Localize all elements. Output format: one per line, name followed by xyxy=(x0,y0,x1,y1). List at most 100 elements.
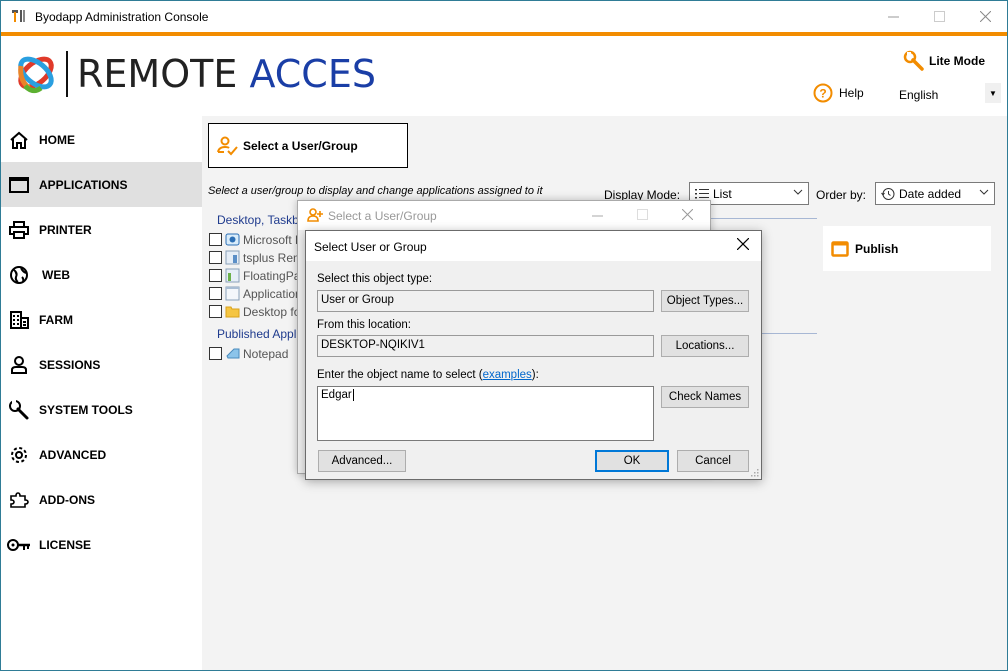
locations-button[interactable]: Locations... xyxy=(661,335,749,357)
location-label: From this location: xyxy=(317,319,411,331)
window-title: Byodapp Administration Console xyxy=(35,10,209,24)
app-name: Desktop fo xyxy=(243,304,301,319)
order-by-value: Date added xyxy=(899,186,962,201)
sidebar-item-label: ADD-ONS xyxy=(39,492,95,507)
sidebar-item-advanced[interactable]: ADVANCED xyxy=(1,432,202,477)
language-select[interactable]: English xyxy=(899,88,938,102)
publish-button[interactable]: Publish xyxy=(823,226,991,271)
object-name-input[interactable]: Edgar​ xyxy=(317,386,654,441)
app-name: Notepad xyxy=(243,346,289,361)
application-window-icon xyxy=(225,286,240,301)
dialog-close-button[interactable] xyxy=(736,237,750,254)
ok-button[interactable]: OK xyxy=(595,450,669,472)
app-list-item[interactable]: FloatingPa xyxy=(209,268,300,283)
app-list-item[interactable]: Notepad xyxy=(209,346,288,361)
app-checkbox[interactable] xyxy=(209,287,222,300)
add-user-icon xyxy=(307,208,323,222)
app-list-item[interactable]: Desktop fo xyxy=(209,304,300,319)
notepad-icon xyxy=(226,348,240,359)
lite-mode-button[interactable]: Lite Mode xyxy=(903,50,985,72)
app-window: Byodapp Administration Console REMOTE AC… xyxy=(0,0,1008,671)
publish-window-icon xyxy=(831,240,849,257)
dialog-title: Select User or Group xyxy=(314,240,427,254)
sidebar-item-sessions[interactable]: SESSIONS xyxy=(1,342,202,387)
close-icon xyxy=(681,208,694,221)
sidebar-item-label: SESSIONS xyxy=(39,357,101,372)
app-list-item[interactable]: Application xyxy=(209,286,302,301)
floating-panel-icon xyxy=(225,268,240,283)
help-button[interactable]: ? Help xyxy=(813,83,864,103)
puzzle-icon xyxy=(7,488,31,512)
sidebar-item-label: FARM xyxy=(39,312,73,327)
sidebar-item-label: APPLICATIONS xyxy=(39,177,128,192)
sidebar: HOME APPLICATIONS PRINTER WEB FARM SESSI… xyxy=(1,116,202,670)
text-cursor: ​ xyxy=(352,389,354,401)
lite-mode-label: Lite Mode xyxy=(929,54,985,68)
dialog-close-button[interactable] xyxy=(681,207,694,223)
app-checkbox[interactable] xyxy=(209,347,222,360)
maximize-icon xyxy=(637,209,648,220)
app-name: Microsoft R xyxy=(243,232,304,247)
app-checkbox[interactable] xyxy=(209,251,222,264)
examples-link[interactable]: examples xyxy=(483,369,532,381)
user-check-icon xyxy=(217,136,238,155)
maximize-icon xyxy=(933,11,945,22)
app-name: Application xyxy=(243,286,302,301)
history-icon xyxy=(881,187,895,200)
list-icon xyxy=(695,188,709,198)
sidebar-item-add-ons[interactable]: ADD-ONS xyxy=(1,477,202,522)
dialog-maximize-button[interactable] xyxy=(637,207,648,223)
building-icon xyxy=(7,308,31,332)
dialog-title: Select a User/Group xyxy=(328,209,437,223)
sidebar-item-license[interactable]: LICENSE xyxy=(1,522,202,567)
remote-desktop-icon xyxy=(225,233,240,246)
sidebar-item-printer[interactable]: PRINTER xyxy=(1,207,202,252)
dialog-minimize-button[interactable] xyxy=(592,207,603,223)
language-dropdown-button[interactable]: ▼ xyxy=(985,83,1001,103)
resize-grip-icon[interactable] xyxy=(751,469,759,477)
window-icon xyxy=(7,173,31,197)
object-name-label-suffix: ): xyxy=(531,369,539,381)
minimize-button[interactable] xyxy=(870,1,916,32)
sidebar-item-label: WEB xyxy=(42,267,70,282)
close-icon xyxy=(979,11,991,22)
advanced-button[interactable]: Advanced... xyxy=(318,450,406,472)
select-user-group-button[interactable]: Select a User/Group xyxy=(208,123,408,168)
remote-access-logo-icon xyxy=(18,56,54,94)
dialog-title-bar: Select a User/Group xyxy=(298,201,710,230)
globe-icon xyxy=(7,263,31,287)
object-type-field: User or Group xyxy=(317,290,654,312)
cancel-button[interactable]: Cancel xyxy=(677,450,749,472)
group-title-published: Published Appl xyxy=(217,327,297,341)
publish-label: Publish xyxy=(855,241,899,256)
select-user-group-label: Select a User/Group xyxy=(243,138,358,153)
sidebar-item-web[interactable]: WEB xyxy=(1,252,202,297)
help-label: Help xyxy=(839,86,864,100)
app-checkbox[interactable] xyxy=(209,233,222,246)
wrench-icon xyxy=(903,50,924,71)
order-by-select[interactable]: Date added xyxy=(875,182,995,205)
sidebar-item-applications[interactable]: APPLICATIONS xyxy=(1,162,202,207)
logo-text-acces: ACCES xyxy=(249,52,376,96)
app-checkbox[interactable] xyxy=(209,269,222,282)
sidebar-item-label: SYSTEM TOOLS xyxy=(39,402,133,417)
app-list-item[interactable]: tsplus Rem xyxy=(209,250,303,265)
sidebar-item-system-tools[interactable]: SYSTEM TOOLS xyxy=(1,387,202,432)
app-list-item[interactable]: Microsoft R xyxy=(209,232,304,247)
sidebar-item-label: LICENSE xyxy=(39,537,92,552)
display-mode-value: List xyxy=(713,186,732,201)
dropdown-arrow-icon: ▼ xyxy=(989,88,997,98)
app-name: FloatingPa xyxy=(243,268,301,283)
sidebar-item-farm[interactable]: FARM xyxy=(1,297,202,342)
app-name: tsplus Rem xyxy=(243,250,304,265)
svg-text:?: ? xyxy=(819,87,826,101)
maximize-button[interactable] xyxy=(916,1,962,32)
user-icon xyxy=(7,353,31,377)
sidebar-item-home[interactable]: HOME xyxy=(1,117,202,162)
close-button[interactable] xyxy=(962,1,1008,32)
check-names-button[interactable]: Check Names xyxy=(661,386,749,408)
dialog-title-bar: Select User or Group xyxy=(306,231,761,261)
object-name-value: Edgar xyxy=(321,389,352,401)
app-checkbox[interactable] xyxy=(209,305,222,318)
object-types-button[interactable]: Object Types... xyxy=(661,290,749,312)
